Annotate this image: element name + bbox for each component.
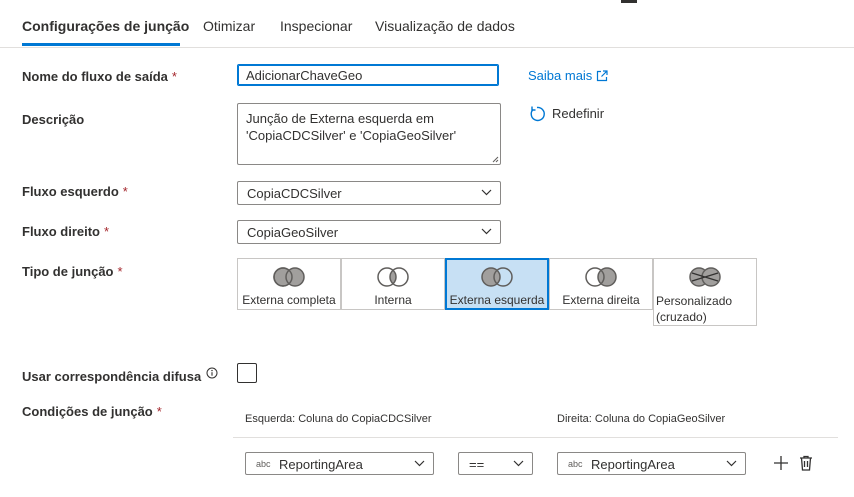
learn-more-link[interactable]: Saiba mais xyxy=(528,68,608,85)
description-label: Descrição xyxy=(22,112,85,127)
venn-right-outer-icon xyxy=(585,267,617,287)
join-type-custom-cross[interactable]: Personalizado (cruzado) xyxy=(653,258,757,326)
conditions-divider xyxy=(233,437,838,438)
left-column-dropdown[interactable]: abc ReportingArea xyxy=(245,452,434,475)
left-stream-dropdown[interactable]: CopiaCDCSilver xyxy=(237,181,501,205)
venn-inner-icon xyxy=(377,267,409,287)
right-stream-dropdown[interactable]: CopiaGeoSilver xyxy=(237,220,501,244)
join-type-right-outer[interactable]: Externa direita xyxy=(549,258,653,310)
chevron-down-icon xyxy=(726,460,737,467)
tab-optimize[interactable]: Otimizar xyxy=(203,18,255,34)
reset-icon xyxy=(530,106,545,122)
output-stream-input[interactable]: AdicionarChaveGeo xyxy=(237,64,499,86)
venn-full-outer-icon xyxy=(273,267,305,287)
chevron-down-icon xyxy=(481,189,492,196)
tab-inspect[interactable]: Inspecionar xyxy=(280,18,352,34)
fuzzy-match-label: Usar correspondência difusa xyxy=(22,367,218,384)
resize-grip-icon[interactable] xyxy=(492,156,499,163)
tab-join-settings[interactable]: Configurações de junção xyxy=(22,18,189,34)
info-icon[interactable] xyxy=(206,367,218,382)
external-link-icon xyxy=(596,70,608,85)
fuzzy-match-checkbox[interactable] xyxy=(237,363,257,383)
description-textarea[interactable]: Junção de Externa esquerda em 'CopiaCDCS… xyxy=(237,103,501,165)
add-condition-icon[interactable] xyxy=(773,455,789,471)
right-stream-label: Fluxo direito * xyxy=(22,224,110,239)
left-stream-label: Fluxo esquerdo * xyxy=(22,184,128,199)
join-type-full-outer[interactable]: Externa completa xyxy=(237,258,341,310)
venn-cross-icon xyxy=(689,267,721,287)
output-stream-label: Nome do fluxo de saída * xyxy=(22,69,177,84)
chevron-down-icon xyxy=(513,460,524,467)
chevron-down-icon xyxy=(481,228,492,235)
right-column-header: Direita: Coluna do CopiaGeoSilver xyxy=(557,413,726,425)
window-edge-mark xyxy=(621,0,637,3)
reset-button[interactable]: Redefinir xyxy=(528,105,604,123)
join-type-label: Tipo de junção * xyxy=(22,264,123,279)
tab-data-preview[interactable]: Visualização de dados xyxy=(375,18,515,34)
operator-dropdown[interactable]: == xyxy=(458,452,533,475)
active-tab-indicator xyxy=(22,43,180,46)
left-column-header: Esquerda: Coluna do CopiaCDCSilver xyxy=(245,413,432,425)
string-type-badge: abc xyxy=(256,459,271,469)
right-column-dropdown[interactable]: abc ReportingArea xyxy=(557,452,746,475)
chevron-down-icon xyxy=(414,460,425,467)
venn-left-outer-icon xyxy=(481,267,513,287)
join-type-inner[interactable]: Interna xyxy=(341,258,445,310)
string-type-badge: abc xyxy=(568,459,583,469)
delete-icon[interactable] xyxy=(799,455,813,471)
join-conditions-label: Condições de junção * xyxy=(22,404,162,419)
tab-bar: Configurações de junção Otimizar Inspeci… xyxy=(0,0,854,48)
join-type-left-outer[interactable]: Externa esquerda xyxy=(445,258,549,310)
description-text: Junção de Externa esquerda em 'CopiaCDCS… xyxy=(246,111,457,143)
